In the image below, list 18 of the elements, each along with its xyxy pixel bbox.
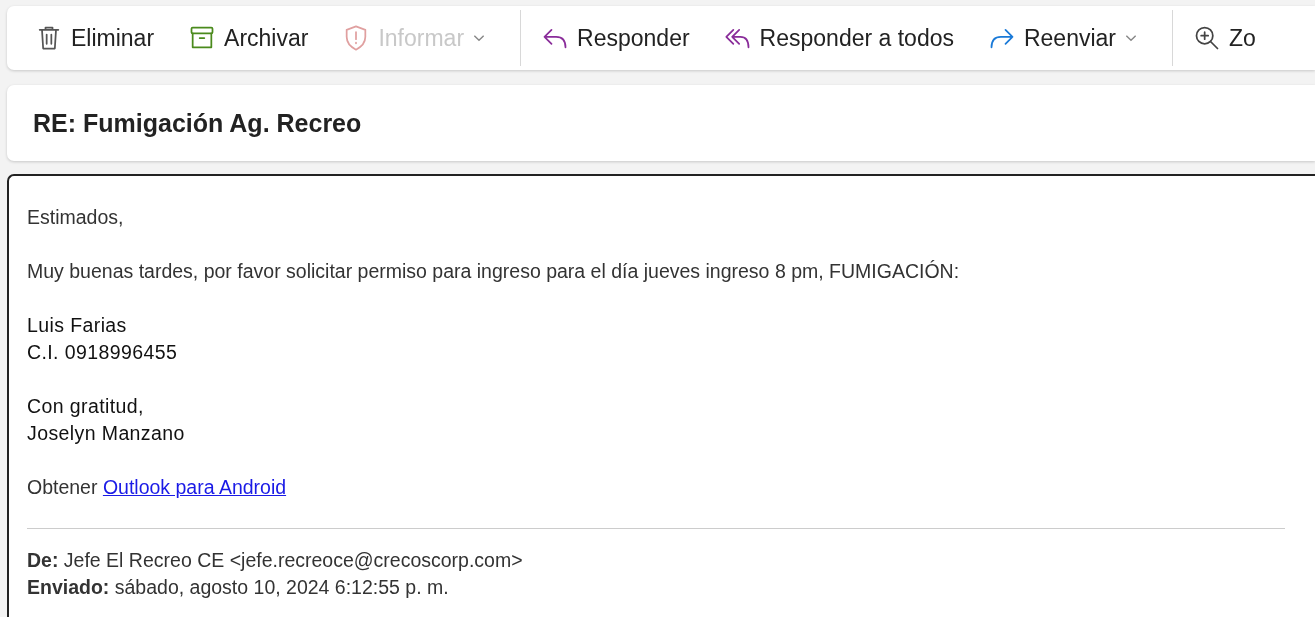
body-text: Luis Farias (27, 313, 128, 338)
reply-all-button[interactable]: Responder a todos (715, 20, 962, 56)
archive-button[interactable]: Archivar (180, 20, 317, 56)
zoom-in-icon (1193, 24, 1221, 52)
body-text: Muy buenas tardes, por favor solicitar permiso para ingreso para el día jueves ingreso 8 pm, FUMIGACIÓN: (27, 259, 961, 284)
body-text: C.I. 0918996455 (27, 340, 179, 365)
email-subject: RE: Fumigación Ag. Recreo (33, 108, 362, 138)
body-text: Obtener Outlook para Android (27, 475, 288, 500)
header-line: Enviado: sábado, agosto 10, 2024 6:12:55 p. m. (27, 575, 450, 600)
body-text: Joselyn Manzano (27, 421, 186, 446)
body-text: Estimados, (27, 205, 125, 230)
reply-button[interactable]: Responder (533, 20, 698, 56)
forward-button[interactable]: Reenviar (979, 20, 1146, 56)
delete-button[interactable]: Eliminar (27, 20, 163, 56)
body-text: Con gratitud, (27, 394, 145, 419)
header-line: De: Jefe El Recreo CE <jefe.recreoce@crecoscorp.com> (27, 548, 524, 573)
outlook-link[interactable]: Outlook para Android (102, 476, 287, 498)
zoom-button[interactable]: Zo (1185, 20, 1264, 56)
